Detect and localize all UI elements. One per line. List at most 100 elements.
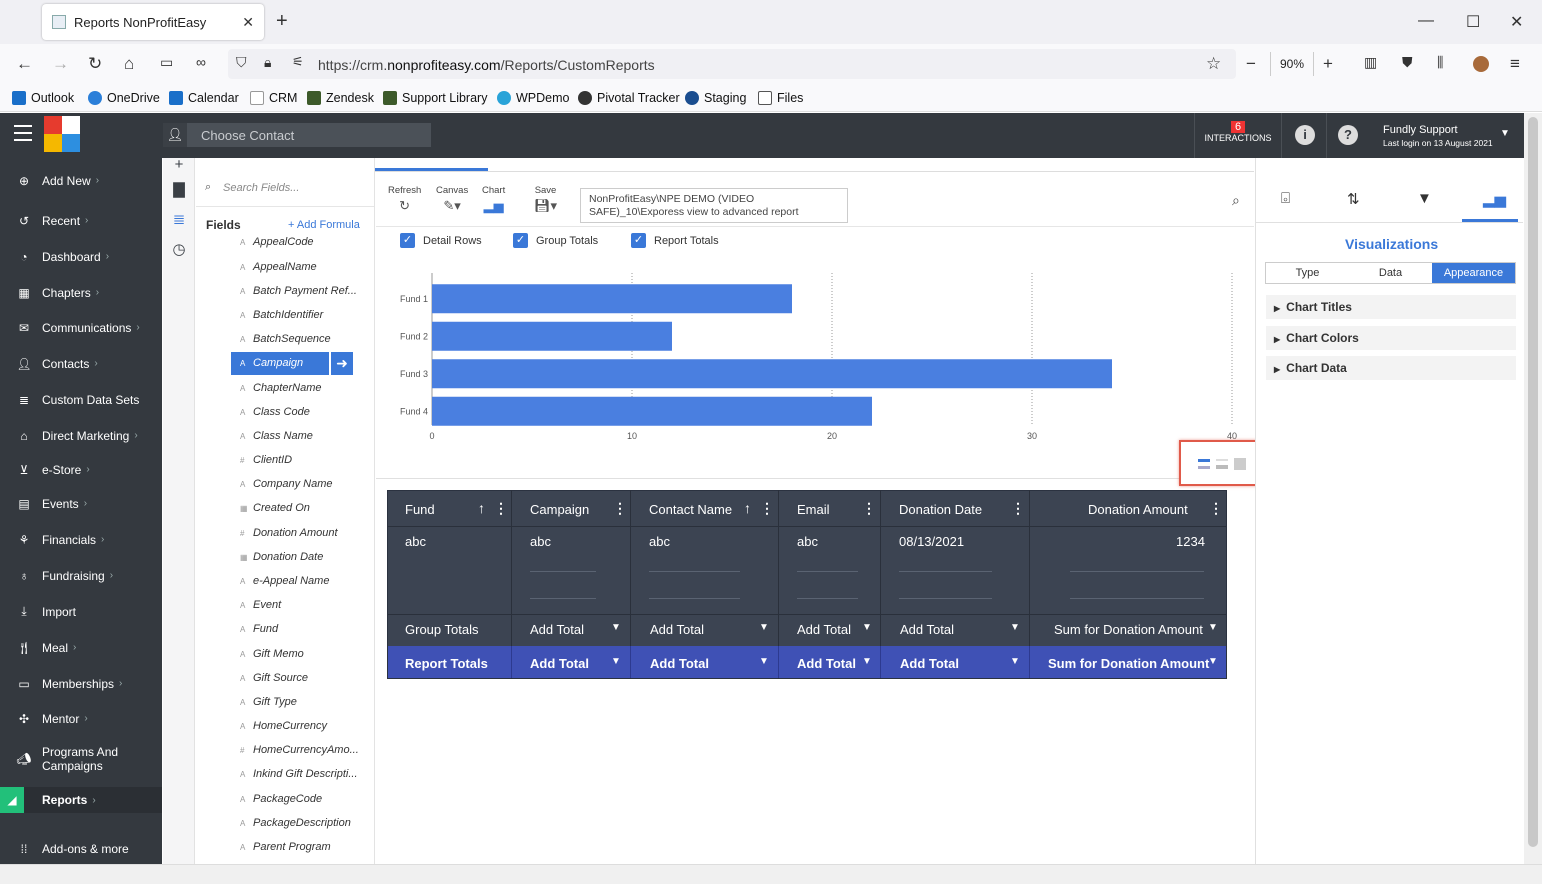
bookmark-crm[interactable]: CRM — [250, 91, 297, 105]
column-header-donation-date[interactable]: Donation Date — [899, 502, 982, 517]
sidebar-item-import[interactable]: ⤓ Import — [0, 603, 162, 620]
sidebar-item-dashboard[interactable]: ◔ Dashboard › — [0, 248, 162, 265]
field-item[interactable]: Created On — [240, 502, 310, 514]
field-item[interactable]: AppealName — [240, 261, 317, 273]
field-item[interactable]: Class Name — [240, 430, 313, 442]
field-item[interactable]: Donation Date — [240, 551, 323, 563]
accordion-chart-titles[interactable]: ▶ Chart Titles — [1266, 295, 1516, 319]
sidebar-item-mentor[interactable]: ✣ Mentor › — [0, 710, 162, 727]
reader-view-icon[interactable]: ▥ — [1364, 54, 1377, 71]
permissions-icon[interactable]: ⚟ — [292, 54, 304, 70]
sort-asc-icon[interactable]: ↑ — [478, 500, 485, 516]
layout-bottom-icon[interactable] — [1216, 459, 1228, 469]
forward-icon[interactable]: → — [52, 54, 69, 74]
field-item[interactable]: Inkind Gift Descripti... — [240, 768, 358, 780]
field-item[interactable]: Batch Payment Ref... — [240, 285, 357, 297]
tab-type[interactable]: Type — [1266, 263, 1349, 283]
sidebar-item-direct-marketing[interactable]: ⌂ Direct Marketing › — [0, 427, 162, 444]
refresh-button[interactable]: Refresh ↻ — [388, 185, 421, 214]
layout-full-icon[interactable] — [1234, 458, 1246, 470]
focus-icon[interactable]: ⌻ — [1281, 190, 1290, 207]
sidebar-item-recent[interactable]: ↺ Recent › — [0, 212, 162, 229]
field-item-selected[interactable]: Campaign — [231, 352, 329, 375]
app-logo[interactable] — [44, 116, 80, 152]
group-total-dropdown[interactable]: Add Total ▼ — [797, 622, 872, 637]
library-icon[interactable]: ⫼ — [1437, 54, 1443, 71]
search-icon[interactable]: ⌕ — [1232, 192, 1240, 209]
column-header-email[interactable]: Email — [797, 502, 830, 517]
accordion-chart-data[interactable]: ▶ Chart Data — [1266, 356, 1516, 380]
field-item[interactable]: HomeCurrencyAmo... — [240, 744, 359, 756]
minimize-icon[interactable]: — — [1418, 12, 1434, 30]
scroll-thumb[interactable] — [1528, 117, 1538, 847]
info-icon[interactable]: i — [1295, 125, 1315, 145]
close-tab-icon[interactable]: ✕ — [242, 14, 254, 31]
field-item[interactable]: BatchIdentifier — [240, 309, 323, 321]
report-totals-checkbox[interactable]: ✓ Report Totals — [631, 233, 719, 248]
sidebar-item-memberships[interactable]: ▭ Memberships › — [0, 675, 162, 692]
report-total-dropdown[interactable]: Sum for Donation Amount ▼ — [1048, 656, 1218, 671]
bookmark-support-library[interactable]: Support Library — [383, 91, 487, 105]
url-text[interactable]: https://crm.nonprofiteasy.com/Reports/Cu… — [318, 57, 655, 73]
database-icon[interactable]: ≣ — [170, 210, 188, 228]
field-item[interactable]: AppealCode — [240, 236, 314, 248]
add-icon[interactable]: + — [170, 156, 188, 174]
field-item[interactable]: Parent Program — [240, 841, 331, 853]
bookmark-onedrive[interactable]: OneDrive — [88, 91, 160, 105]
clock-icon[interactable]: ◷ — [170, 240, 188, 258]
chart-layout-toggle[interactable] — [1179, 440, 1267, 486]
user-menu[interactable]: Fundly Support Last login on 13 August 2… — [1383, 124, 1493, 150]
choose-contact-input[interactable]: 👤︎ Choose Contact — [163, 123, 431, 147]
home-icon[interactable]: ⌂ — [124, 54, 134, 74]
accordion-chart-colors[interactable]: ▶ Chart Colors — [1266, 326, 1516, 350]
vertical-scrollbar[interactable] — [1524, 113, 1542, 864]
field-item[interactable]: Event — [240, 599, 281, 611]
field-item[interactable]: Class Code — [240, 406, 310, 418]
field-item[interactable]: ChapterName — [240, 382, 321, 394]
reload-icon[interactable]: ↻ — [88, 54, 102, 74]
bookmark-star-icon[interactable]: ☆ — [1206, 54, 1221, 74]
field-item[interactable]: e-Appeal Name — [240, 575, 329, 587]
report-total-dropdown[interactable]: Add Total ▼ — [530, 656, 621, 671]
sidebar-item-fundraising[interactable]: ♁ Fundraising › — [0, 567, 162, 584]
layout-top-icon[interactable] — [1198, 459, 1210, 469]
group-totals-checkbox[interactable]: ✓ Group Totals — [513, 233, 598, 248]
report-total-dropdown[interactable]: Add Total ▼ — [797, 656, 872, 671]
search-fields-input[interactable]: Search Fields... — [223, 182, 299, 194]
bookmark-outlook[interactable]: Outlook — [12, 91, 74, 105]
group-total-dropdown[interactable]: Add Total ▼ — [530, 622, 621, 637]
document-icon[interactable]: ▇ — [170, 180, 188, 198]
sidebar-item-chapters[interactable]: ▦ Chapters › — [0, 284, 162, 301]
zoom-level[interactable]: 90% — [1270, 52, 1314, 76]
sidebar-item-custom-data-sets[interactable]: ≣ Custom Data Sets — [0, 391, 162, 408]
column-menu-icon[interactable]: ⋮ — [760, 500, 774, 517]
tab-appearance[interactable]: Appearance — [1432, 263, 1515, 283]
back-icon[interactable]: ← — [16, 54, 33, 74]
help-icon[interactable]: ? — [1338, 125, 1358, 145]
column-header-contact-name[interactable]: Contact Name — [649, 502, 732, 517]
column-menu-icon[interactable]: ⋮ — [1011, 500, 1025, 517]
add-formula-link[interactable]: + Add Formula — [288, 219, 360, 231]
maximize-icon[interactable]: ☐ — [1466, 12, 1480, 32]
sort-icon[interactable]: ⇅ — [1347, 190, 1360, 208]
add-field-arrow-button[interactable]: ➜ — [331, 352, 353, 375]
bookmark-staging[interactable]: Staging — [685, 91, 746, 105]
column-header-fund[interactable]: Fund — [405, 502, 435, 517]
detail-rows-checkbox[interactable]: ✓ Detail Rows — [400, 233, 482, 248]
sidebar-item-programs-and-campaigns[interactable]: 📣︎ Programs And Campaigns — [0, 744, 162, 774]
column-menu-icon[interactable]: ⋮ — [1209, 500, 1223, 517]
field-item[interactable]: Gift Type — [240, 696, 297, 708]
column-header-campaign[interactable]: Campaign — [530, 502, 589, 517]
zoom-in-icon[interactable]: + — [1323, 54, 1333, 74]
profile-avatar[interactable] — [1473, 56, 1489, 72]
field-item[interactable]: Company Name — [240, 478, 332, 490]
group-total-dropdown[interactable]: Sum for Donation Amount ▼ — [1054, 622, 1218, 637]
horizontal-scrollbar[interactable] — [0, 864, 1542, 884]
field-item[interactable]: Fund — [240, 623, 278, 635]
bookmark-zendesk[interactable]: Zendesk — [307, 91, 374, 105]
column-menu-icon[interactable]: ⋮ — [862, 500, 876, 517]
field-item[interactable]: Gift Memo — [240, 648, 304, 660]
group-total-dropdown[interactable]: Add Total ▼ — [650, 622, 769, 637]
field-item[interactable]: Donation Amount — [240, 527, 338, 539]
bookmark-pivotal-tracker[interactable]: Pivotal Tracker — [578, 91, 680, 105]
